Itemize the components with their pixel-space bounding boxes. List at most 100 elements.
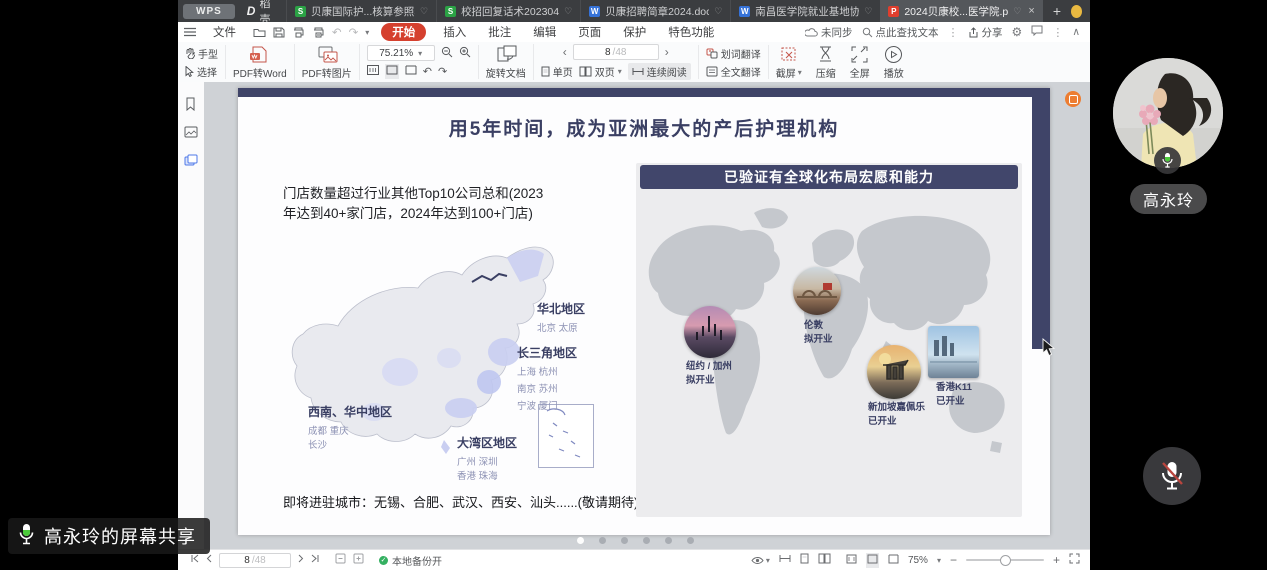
rotate-right-icon[interactable]: ↷ xyxy=(438,65,447,78)
favorite-icon[interactable]: ♡ xyxy=(714,6,722,17)
full-translate-button[interactable]: 全文翻译 xyxy=(706,64,761,79)
next-page-icon[interactable] xyxy=(298,554,304,566)
pdf-document-area[interactable]: 用5年时间，成为亚洲最大的产后护理机构 门店数量超过行业其他Top10公司总和(… xyxy=(204,82,1090,550)
find-text-button[interactable]: 点此查找文本 xyxy=(862,25,939,40)
menu-features[interactable]: 特色功能 xyxy=(657,24,725,40)
double-page-view-icon[interactable] xyxy=(818,553,831,567)
single-page-button[interactable]: 单页 xyxy=(541,64,573,79)
word-translate-button[interactable]: 划词翻译 xyxy=(706,46,761,61)
fit-height-icon[interactable] xyxy=(846,554,857,567)
favorite-icon[interactable]: ♡ xyxy=(420,6,428,17)
settings-gear-icon[interactable]: ⚙ xyxy=(1012,25,1023,39)
promo-badge-icon[interactable] xyxy=(1065,91,1081,107)
hamburger-menu-icon[interactable] xyxy=(184,27,196,37)
tab-doc-2[interactable]: W 南昌医学院就业基地协议 ♡ xyxy=(730,0,880,22)
thumbnails-panel-icon[interactable] xyxy=(184,153,198,171)
close-tab-icon[interactable]: × xyxy=(1028,5,1034,17)
next-page-icon[interactable]: › xyxy=(665,46,669,58)
print-icon[interactable] xyxy=(292,27,305,38)
chevron-down-icon[interactable]: ▾ xyxy=(365,28,369,37)
menu-edit[interactable]: 编辑 xyxy=(522,24,567,40)
pdf-to-image-button[interactable]: PDF转图片 xyxy=(295,44,360,80)
status-zoom-value[interactable]: 75% xyxy=(908,555,928,566)
menu-home-active[interactable]: 开始 xyxy=(381,23,426,41)
image-panel-icon[interactable] xyxy=(184,125,198,143)
compress-button[interactable]: 压缩 xyxy=(809,44,843,80)
menu-protect[interactable]: 保护 xyxy=(612,24,657,40)
previous-page-icon[interactable]: ‹ xyxy=(563,46,567,58)
continuous-reading-button[interactable]: 连续阅读 xyxy=(628,63,691,80)
wps-home-button[interactable]: WPS xyxy=(183,4,235,19)
pdf-to-word-button[interactable]: PDF转Word xyxy=(226,44,295,80)
favorite-icon[interactable]: ♡ xyxy=(1013,6,1021,17)
fullscreen-button[interactable]: 全屏 xyxy=(843,44,877,80)
bookmark-icon[interactable] xyxy=(184,97,197,116)
zoom-minus-icon[interactable]: − xyxy=(950,553,957,567)
zoom-dropdown-icon[interactable]: ▾ xyxy=(937,556,941,565)
insert-page-before-icon[interactable] xyxy=(335,553,346,567)
fit-width-icon[interactable] xyxy=(405,65,417,78)
page-number-input[interactable]: 8 /48 xyxy=(573,44,659,60)
zoom-out-icon[interactable] xyxy=(441,46,453,61)
play-button[interactable]: 播放 xyxy=(877,44,911,80)
account-avatar[interactable] xyxy=(1071,5,1082,18)
menu-file[interactable]: 文件 xyxy=(202,24,247,40)
pagination-dot[interactable] xyxy=(643,537,650,544)
tab-sheet-1[interactable]: S 贝康国际护...核算参照表 ♡ xyxy=(286,0,436,22)
open-folder-icon[interactable] xyxy=(253,27,266,38)
collapse-ribbon-icon[interactable]: ∧ xyxy=(1072,26,1080,38)
menu-insert[interactable]: 插入 xyxy=(432,24,477,40)
continuous-view-icon[interactable] xyxy=(779,554,791,566)
rotate-document-label: 旋转文档 xyxy=(486,65,526,80)
undo-icon[interactable]: ↶ xyxy=(332,25,342,39)
mute-microphone-button[interactable] xyxy=(1143,447,1201,505)
single-page-view-icon[interactable] xyxy=(800,553,809,567)
zoom-plus-icon[interactable]: + xyxy=(1053,553,1060,567)
global-layout-panel: 已验证有全球化布局宏愿和能力 xyxy=(636,163,1022,517)
favorite-icon[interactable]: ♡ xyxy=(564,6,572,17)
insert-page-after-icon[interactable] xyxy=(353,553,364,567)
favorite-icon[interactable]: ♡ xyxy=(864,6,872,17)
fit-page-icon[interactable] xyxy=(385,64,399,79)
prev-page-icon[interactable] xyxy=(206,554,212,566)
screenshot-button[interactable]: 截屏▾ xyxy=(769,44,809,80)
fit-width-view-icon[interactable] xyxy=(888,554,899,567)
slide-pagination-dots[interactable] xyxy=(577,537,694,544)
hand-tool-button[interactable]: 手型 xyxy=(185,46,218,61)
cloud-sync-icon[interactable]: 未同步 xyxy=(805,25,853,40)
select-tool-button[interactable]: 选择 xyxy=(185,64,218,79)
share-button[interactable]: 分享 xyxy=(968,25,1003,40)
more-menu-icon[interactable]: ⋮ xyxy=(1052,26,1063,39)
zoom-slider-knob[interactable] xyxy=(1000,555,1011,566)
expand-fullscreen-icon[interactable] xyxy=(1069,553,1080,567)
pagination-dot[interactable] xyxy=(621,537,628,544)
redo-icon[interactable]: ↷ xyxy=(349,25,359,39)
pagination-dot[interactable] xyxy=(687,537,694,544)
last-page-icon[interactable] xyxy=(311,554,320,566)
pagination-dot-active[interactable] xyxy=(577,537,584,544)
pagination-dot[interactable] xyxy=(599,537,606,544)
zoom-level-select[interactable]: 75.21% ▾ xyxy=(367,45,435,61)
print-preview-icon[interactable] xyxy=(312,27,325,38)
pagination-dot[interactable] xyxy=(665,537,672,544)
first-page-icon[interactable] xyxy=(190,554,199,566)
zoom-slider[interactable] xyxy=(966,559,1044,561)
actual-size-icon[interactable] xyxy=(367,65,379,78)
double-page-button[interactable]: 双页 ▾ xyxy=(579,64,622,79)
local-backup-status[interactable]: ✓ 本地备份开 xyxy=(379,553,442,568)
zoom-in-icon[interactable] xyxy=(459,46,471,61)
rotate-document-button[interactable]: 旋转文档 xyxy=(479,44,534,80)
rotate-left-icon[interactable]: ↶ xyxy=(423,65,432,78)
menu-comment[interactable]: 批注 xyxy=(477,24,522,40)
tab-doc-1[interactable]: W 贝康招聘简章2024.docx ♡ xyxy=(580,0,730,22)
chat-bubble-icon[interactable] xyxy=(1031,25,1043,39)
eye-protect-icon[interactable]: ▾ xyxy=(751,556,770,565)
tab-sheet-2[interactable]: S 校招回复话术202304 ♡ xyxy=(436,0,580,22)
save-icon[interactable] xyxy=(273,27,285,38)
fit-window-icon[interactable] xyxy=(866,553,879,568)
more-options-icon[interactable]: ⋮ xyxy=(948,26,959,39)
menu-page[interactable]: 页面 xyxy=(567,24,612,40)
tab-pdf-active[interactable]: P 2024贝康校...医学院.pdf ♡ × xyxy=(880,0,1043,22)
new-tab-button[interactable]: + xyxy=(1043,3,1071,19)
status-page-input[interactable]: 8 /48 xyxy=(219,553,291,568)
